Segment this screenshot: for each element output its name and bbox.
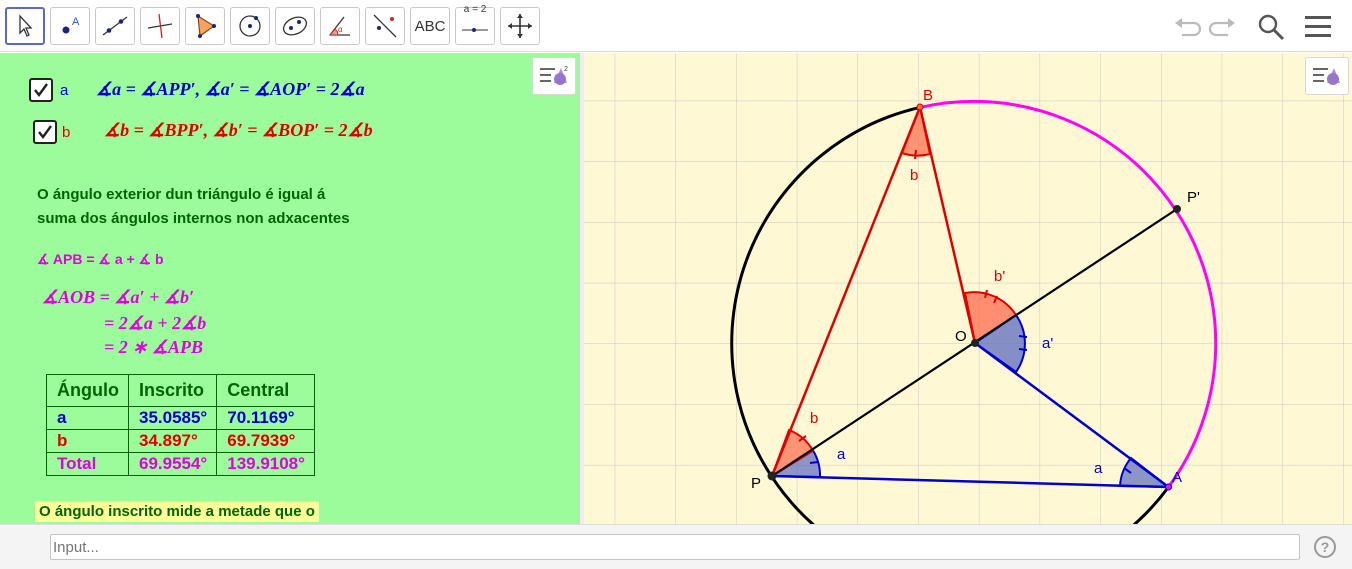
label-angle-b-B: b [910, 167, 918, 184]
checkmark-icon [38, 125, 52, 139]
circle-icon [239, 15, 261, 37]
line-icon [102, 16, 128, 36]
redo-button[interactable] [1206, 10, 1240, 44]
inscribed-angle-note: O ángulo inscrito mide a metade que o [35, 501, 319, 522]
ellipse-icon [282, 16, 308, 36]
reflect-tool[interactable] [365, 7, 405, 45]
table-header: Ángulo [46, 374, 129, 407]
table-cell: a [46, 406, 129, 430]
text-tool-label: ABC [414, 17, 446, 35]
label-P: P [751, 475, 761, 492]
label-angle-a-P: a [837, 446, 846, 463]
perpendicular-tool[interactable] [140, 7, 180, 45]
style-bar-icon [1313, 68, 1340, 85]
search-icon [1258, 14, 1285, 41]
table-header: Inscrito [127, 374, 218, 407]
table-cell: 69.9554° [127, 452, 218, 476]
point-icon: A [62, 16, 80, 34]
equation-line-1: ∡AOB = ∡a′ + ∡b′ [42, 287, 195, 307]
equation-line-3: = 2 ∗ ∡APB [104, 337, 203, 357]
table-cell: Total [46, 452, 129, 476]
point-O[interactable] [971, 339, 979, 347]
checkbox-a-label: a [60, 82, 69, 99]
exterior-angle-text-line2: suma dos ángulos internos non adxacentes [37, 210, 350, 227]
slider-tool[interactable]: a = 2 [455, 4, 495, 48]
perpendicular-line-icon [147, 13, 173, 39]
checkbox-b-label: b [62, 124, 71, 141]
table-header-row: Ángulo Inscrito Central [46, 374, 315, 407]
table-row: a 35.0585° 70.1169° [46, 406, 315, 430]
input-bar: ? [0, 524, 1352, 569]
formula-a: ∡a = ∡APP′, ∡a′ = ∡AOP′ = 2∡a [96, 79, 365, 99]
undo-icon [1175, 18, 1202, 37]
table-cell: 69.7939° [216, 429, 315, 453]
svg-text:α: α [338, 25, 343, 34]
toolbar: A α ABC a = 2 [0, 0, 1352, 52]
help-button[interactable]: ? [1314, 536, 1336, 558]
grid [584, 53, 1352, 524]
text-tool[interactable]: ABC [410, 7, 450, 45]
point-A[interactable] [1165, 483, 1172, 491]
circle-tool[interactable] [230, 7, 270, 45]
conic-tool[interactable] [275, 7, 315, 45]
table-cell: b [46, 429, 129, 453]
style-bar-icon: 2 [540, 66, 568, 85]
graphics-view[interactable]: B P P' O A a b a b a' b' [584, 53, 1352, 524]
checkbox-a[interactable] [29, 78, 53, 102]
algebra-panel: 2 a ∡a = ∡APP′, ∡a′ = ∡AOP′ = 2∡a b ∡b =… [0, 53, 579, 524]
label-B: B [923, 87, 933, 104]
point-tool[interactable]: A [50, 7, 90, 45]
exterior-angle-text-line1: O ángulo exterior dun triángulo é igual … [37, 186, 326, 203]
line-tool[interactable] [95, 7, 135, 45]
undo-button[interactable] [1170, 10, 1204, 44]
point-P-prime[interactable] [1173, 205, 1181, 213]
label-angle-b-P: b [810, 410, 818, 427]
checkbox-b[interactable] [33, 120, 57, 144]
point-P[interactable] [767, 471, 777, 481]
algebra-input[interactable] [50, 534, 1300, 560]
label-angle-a-prime: a' [1042, 335, 1053, 352]
formula-b: ∡b = ∡BPP′, ∡b′ = ∡BOP′ = 2∡b [104, 120, 373, 140]
label-angle-b-prime: b' [994, 268, 1005, 285]
label-angle-a-A: a [1094, 460, 1103, 477]
label-O: O [955, 328, 967, 345]
angle-tool[interactable]: α [320, 7, 360, 45]
checkmark-icon [34, 83, 48, 97]
slider-tool-label: a = 2 [463, 4, 487, 15]
svg-text:A: A [72, 16, 80, 28]
algebra-style-bar-button[interactable]: 2 [532, 57, 576, 95]
graphics-style-bar-button[interactable] [1305, 57, 1349, 95]
redo-icon [1208, 18, 1235, 37]
move-tool[interactable] [5, 7, 45, 45]
apb-text: ∡ APB = ∡ a + ∡ b [37, 251, 164, 267]
equation-line-2: = 2∡a + 2∡b [104, 313, 207, 333]
table-cell: 34.897° [127, 429, 218, 453]
polygon-icon [196, 14, 216, 38]
angle-icon: α [328, 16, 350, 36]
move-arrows-icon [508, 14, 532, 38]
table-row: b 34.897° 69.7939° [46, 429, 315, 453]
table-cell: 139.9108° [216, 452, 315, 476]
label-P-prime: P' [1187, 189, 1200, 206]
cursor-arrow-icon [19, 14, 33, 37]
hamburger-menu-icon [1305, 16, 1331, 37]
move-graphics-tool[interactable] [500, 7, 540, 45]
label-A: A [1172, 469, 1182, 486]
slider-icon: a = 2 [460, 4, 490, 48]
polygon-tool[interactable] [185, 7, 225, 45]
svg-text:2: 2 [564, 66, 568, 73]
search-button[interactable] [1254, 10, 1288, 44]
menu-button[interactable] [1301, 10, 1335, 44]
table-cell: 70.1169° [216, 406, 315, 430]
geometry-canvas[interactable]: B P P' O A a b a b a' b' [584, 53, 1352, 524]
table-header: Central [216, 374, 315, 407]
table-row: Total 69.9554° 139.9108° [46, 452, 315, 476]
reflect-icon [373, 14, 397, 38]
angle-table: Ángulo Inscrito Central a 35.0585° 70.11… [46, 374, 315, 476]
point-B[interactable] [916, 103, 924, 111]
table-cell: 35.0585° [127, 406, 218, 430]
